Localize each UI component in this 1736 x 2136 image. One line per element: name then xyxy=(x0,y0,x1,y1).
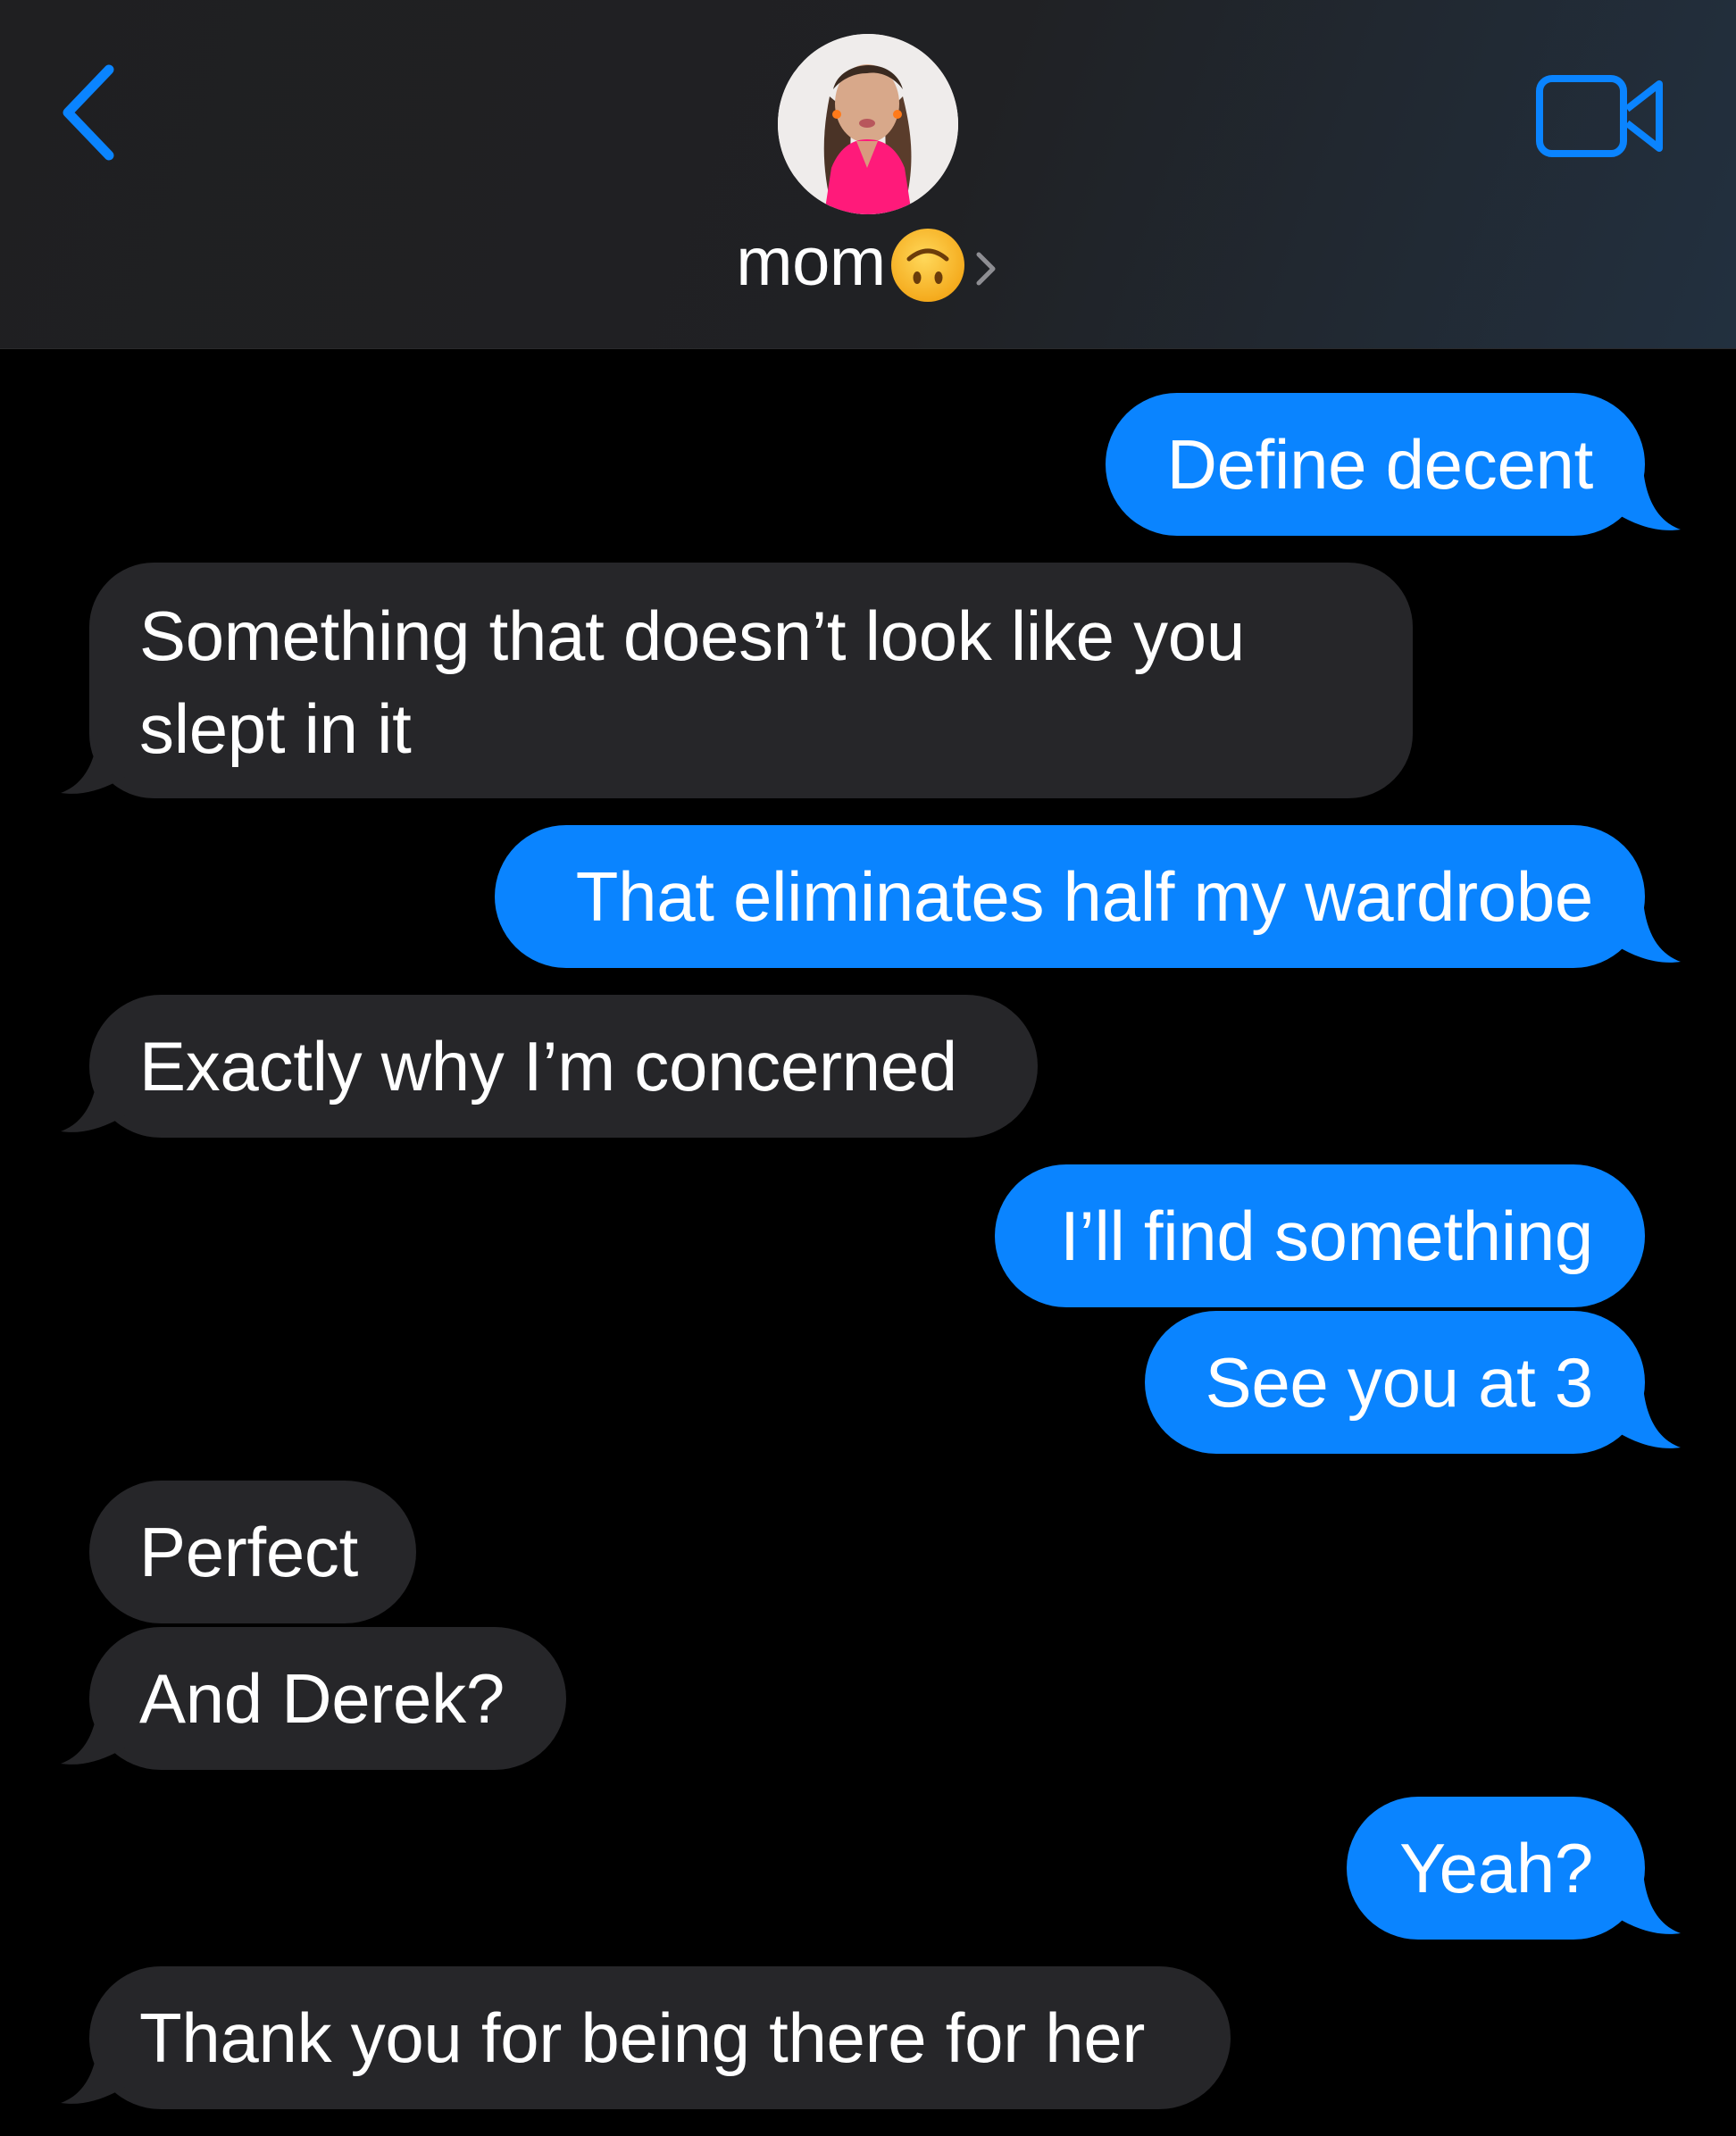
incoming-message-bubble[interactable]: Thank you for being there for her xyxy=(89,1966,1231,2109)
chevron-right-icon xyxy=(972,249,1000,288)
back-button[interactable] xyxy=(54,59,125,166)
message-text: Exactly why I’m concerned xyxy=(139,1027,957,1106)
incoming-bubble-tail xyxy=(61,1703,125,1765)
facetime-video-button[interactable] xyxy=(1534,71,1668,161)
message-text: And Derek? xyxy=(139,1659,505,1738)
message-text: See you at 3 xyxy=(1205,1343,1594,1422)
contact-name-row[interactable]: mom xyxy=(0,218,1736,307)
message-text: Yeah? xyxy=(1399,1829,1593,1907)
outgoing-message-bubble[interactable]: I’ll find something xyxy=(995,1164,1645,1307)
outgoing-bubble-tail xyxy=(1616,901,1681,963)
incoming-message-bubble[interactable]: Something that doesn’t look like you sle… xyxy=(89,563,1413,798)
outgoing-bubble-tail xyxy=(1616,1387,1681,1448)
incoming-message-bubble[interactable]: Perfect xyxy=(89,1481,416,1623)
outgoing-bubble-tail xyxy=(1616,1873,1681,1934)
message-text: I’ll find something xyxy=(1060,1197,1593,1275)
conversation-header: mom xyxy=(0,0,1736,349)
incoming-bubble-tail xyxy=(61,2042,125,2104)
incoming-bubble-tail xyxy=(61,732,125,794)
outgoing-message-bubble[interactable]: Yeah? xyxy=(1347,1797,1645,1940)
video-camera-icon xyxy=(1536,75,1663,157)
outgoing-message-bubble[interactable]: See you at 3 xyxy=(1145,1311,1645,1454)
contact-name: mom xyxy=(736,224,886,300)
avatar[interactable] xyxy=(778,34,958,214)
message-text: That eliminates half my wardrobe xyxy=(575,857,1594,936)
message-text: Something that doesn’t look like you sle… xyxy=(139,597,1245,768)
outgoing-bubble-tail xyxy=(1616,469,1681,530)
incoming-message-bubble[interactable]: Exactly why I’m concerned xyxy=(89,995,1038,1138)
message-text: Define decent xyxy=(1166,425,1594,504)
incoming-bubble-tail xyxy=(61,1071,125,1132)
avatar-photo xyxy=(778,34,958,214)
message-text: Perfect xyxy=(139,1513,359,1591)
message-text: Thank you for being there for her xyxy=(139,1998,1146,2077)
chevron-left-icon xyxy=(63,64,114,161)
upside-down-face-emoji-icon xyxy=(889,227,966,304)
outgoing-message-bubble[interactable]: That eliminates half my wardrobe xyxy=(495,825,1645,968)
outgoing-message-bubble[interactable]: Define decent xyxy=(1106,393,1645,536)
incoming-message-bubble[interactable]: And Derek? xyxy=(89,1627,566,1770)
